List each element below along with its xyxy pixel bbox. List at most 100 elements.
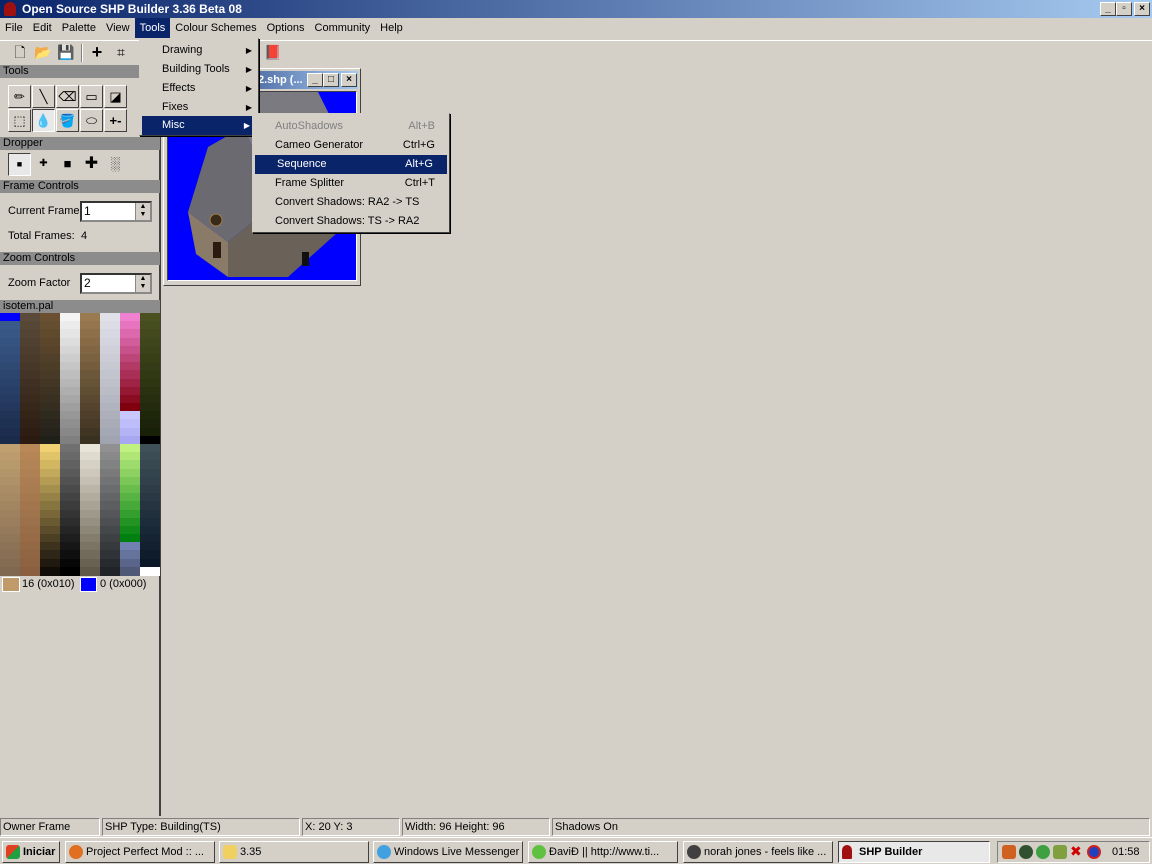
brush-size-2-icon[interactable]: ✚ — [32, 153, 55, 176]
task-media-player[interactable]: norah jones - feels like ... — [683, 841, 833, 863]
clock: 01:58 — [1112, 846, 1140, 858]
menu-item-misc[interactable]: Misc ▶ — [142, 116, 256, 135]
task-messenger[interactable]: Windows Live Messenger — [373, 841, 523, 863]
spray-brush-icon[interactable]: ░ — [104, 153, 127, 176]
brightness-tool-icon[interactable]: +- — [104, 109, 127, 132]
palette-cell[interactable] — [40, 566, 60, 576]
frame-controls-header: Frame Controls — [0, 180, 160, 193]
dropper-tool-icon[interactable]: 💧 — [32, 109, 55, 132]
doc-maximize-button[interactable]: □ — [323, 73, 339, 87]
menu-item-fixes[interactable]: Fixes ▶ — [140, 98, 258, 117]
doc-minimize-button[interactable]: _ — [307, 73, 323, 87]
brush-size-1-icon[interactable]: ■ — [8, 153, 31, 176]
new-file-icon[interactable]: 🗋 — [9, 41, 31, 63]
menu-item-frame-splitter[interactable]: Frame Splitter Ctrl+T — [253, 174, 449, 193]
minimize-button[interactable]: _ — [1100, 2, 1116, 16]
brush-size-3-icon[interactable]: ■ — [56, 153, 79, 176]
folder-icon — [223, 845, 237, 859]
fill-tool-icon[interactable]: 🪣 — [56, 109, 79, 132]
menu-item-building-tools[interactable]: Building Tools ▶ — [140, 60, 258, 79]
menu-item-sequence[interactable]: Sequence Alt+G — [255, 155, 447, 174]
system-tray: ✖ 01:58 — [997, 841, 1150, 863]
windows-logo-icon — [6, 845, 20, 859]
tools-header: Tools — [0, 65, 160, 78]
palette-cell[interactable] — [140, 566, 160, 576]
grid-icon[interactable]: ⌗ — [110, 41, 132, 63]
task-firefox[interactable]: Project Perfect Mod :: ... — [65, 841, 215, 863]
task-folder[interactable]: 3.35 — [219, 841, 369, 863]
restore-button[interactable]: ▫ — [1116, 2, 1132, 16]
taskbar: Iniciar Project Perfect Mod :: ... 3.35 … — [0, 837, 1152, 864]
menu-item-effects[interactable]: Effects ▶ — [140, 79, 258, 98]
app-icon — [4, 2, 16, 16]
tray-app-icon[interactable] — [1053, 845, 1067, 859]
primary-color-swatch[interactable] — [2, 577, 20, 592]
palette-cell[interactable] — [60, 566, 80, 576]
menu-colour-schemes[interactable]: Colour Schemes — [170, 18, 261, 38]
eraser-tool-icon[interactable]: ⌫ — [56, 85, 79, 108]
menu-item-drawing[interactable]: Drawing ▶ — [140, 41, 258, 60]
palette-cell[interactable] — [80, 566, 100, 576]
status-bar: Owner Frame SHP Type: Building(TS) X: 20… — [0, 818, 1152, 837]
secondary-color-label: 0 (0x000) — [100, 578, 147, 590]
media-player-icon — [687, 845, 701, 859]
spinner-arrows-icon[interactable]: ▲ ▼ — [135, 203, 150, 220]
save-icon[interactable]: 💾 — [55, 41, 77, 63]
selection-tool-icon[interactable]: ⬚ — [8, 109, 31, 132]
status-owner-frame: Owner Frame — [0, 818, 100, 836]
menu-item-convert-ra2-ts[interactable]: Convert Shadows: RA2 -> TS — [253, 193, 449, 212]
messenger-contact-icon — [532, 845, 546, 859]
spinner-arrows-icon[interactable]: ▲ ▼ — [135, 275, 150, 292]
java-icon[interactable] — [1002, 845, 1016, 859]
palette-grid[interactable] — [0, 313, 160, 576]
status-shadows: Shadows On — [552, 818, 1150, 836]
colour-swap-icon[interactable]: ◪ — [104, 85, 127, 108]
menu-item-convert-ts-ra2[interactable]: Convert Shadows: TS -> RA2 — [253, 212, 449, 231]
line-tool-icon[interactable]: ╲ — [32, 85, 55, 108]
menu-community[interactable]: Community — [310, 18, 376, 38]
menu-item-cameo-generator[interactable]: Cameo Generator Ctrl+G — [253, 136, 449, 155]
update-icon[interactable] — [1087, 845, 1101, 859]
pencil-tool-icon[interactable]: ✏ — [8, 85, 31, 108]
palette-cell[interactable] — [120, 566, 140, 576]
menu-view[interactable]: View — [101, 18, 135, 38]
zoom-factor-spinner[interactable]: 2 ▲ ▼ — [80, 273, 152, 294]
title-bar: Open Source SHP Builder 3.36 Beta 08 — [0, 0, 1152, 18]
menu-edit[interactable]: Edit — [28, 18, 57, 38]
zoom-factor-value: 2 — [84, 276, 91, 290]
help-book-icon[interactable]: 📕 — [262, 41, 284, 63]
palette-cell[interactable] — [0, 566, 20, 576]
brush-size-4-icon[interactable]: ✚ — [80, 153, 103, 176]
menu-item-autoshadows: AutoShadows Alt+B — [275, 120, 435, 132]
current-frame-spinner[interactable]: 1 ▲ ▼ — [80, 201, 152, 222]
rectangle-tool-icon[interactable]: ▭ — [80, 85, 103, 108]
close-button[interactable]: × — [1134, 2, 1150, 16]
menu-file[interactable]: File — [0, 18, 28, 38]
ellipse-tool-icon[interactable]: ⬭ — [80, 109, 103, 132]
firefox-icon — [69, 845, 83, 859]
palette-cell[interactable] — [20, 566, 40, 576]
media-tray-icon[interactable] — [1019, 845, 1033, 859]
task-chat[interactable]: ĐaviĐ || http://www.ti... — [528, 841, 678, 863]
menu-options[interactable]: Options — [262, 18, 310, 38]
status-coordinates: X: 20 Y: 3 — [302, 818, 400, 836]
doc-close-button[interactable]: × — [341, 73, 357, 87]
messenger-icon — [377, 845, 391, 859]
network-disconnected-icon[interactable]: ✖ — [1070, 843, 1082, 860]
left-panel: Tools ✏ ╲ ⌫ ▭ ◪ ⬚ 💧 🪣 ⬭ +- Dropper ■ ✚ ■… — [0, 64, 161, 816]
menu-tools[interactable]: Tools — [134, 18, 171, 38]
task-shp-builder[interactable]: SHP Builder — [838, 841, 990, 863]
total-frames-label: Total Frames: — [8, 230, 75, 242]
current-frame-value: 1 — [84, 204, 91, 218]
secondary-color-swatch[interactable] — [80, 577, 97, 592]
start-button[interactable]: Iniciar — [2, 841, 60, 863]
menu-bar: File Edit Palette View Tools Colour Sche… — [0, 18, 1152, 38]
menu-help[interactable]: Help — [375, 18, 408, 38]
messenger-tray-icon[interactable] — [1036, 845, 1050, 859]
palette-cell[interactable] — [100, 566, 120, 576]
menu-palette[interactable]: Palette — [57, 18, 101, 38]
tools-menu: Drawing ▶ Building Tools ▶ Effects ▶ Fixes ▶… — [139, 38, 259, 136]
plus-icon[interactable]: + — [86, 41, 108, 63]
open-folder-icon[interactable]: 📂 — [32, 41, 54, 63]
misc-submenu: AutoShadows Alt+B Cameo Generator Ctrl+G S… — [252, 113, 450, 233]
